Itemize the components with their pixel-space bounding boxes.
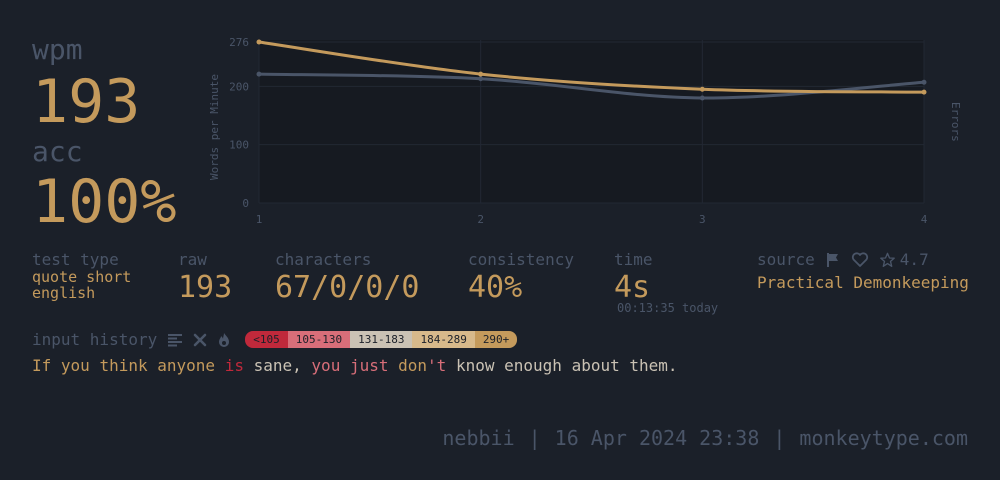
history-word-part: 't — [427, 356, 447, 375]
chart-y2-label: Errors — [949, 102, 962, 142]
x-tick-label: 3 — [699, 213, 706, 226]
acc-value: 100% — [32, 167, 177, 237]
history-word-part: don — [398, 356, 428, 375]
time-sub: 00:13:35 today — [617, 301, 719, 315]
consistency-value: 40% — [468, 270, 523, 305]
test-type-mode[interactable]: quote short — [32, 269, 131, 285]
legend-item: 131-183 — [350, 331, 413, 348]
history-word[interactable]: about — [572, 356, 620, 375]
star-icon — [879, 252, 895, 267]
history-word[interactable]: If — [32, 356, 51, 375]
legend-item: <105 — [245, 331, 288, 348]
data-point[interactable] — [256, 39, 262, 45]
test-type-label: test type — [32, 250, 119, 269]
rating-value: 4.7 — [899, 250, 929, 269]
y-tick-label: 100 — [229, 139, 249, 152]
test-type-value: quote short english — [32, 269, 131, 301]
history-word[interactable]: them. — [629, 356, 677, 375]
characters-label: characters — [275, 250, 372, 269]
wpm-chart: 0 100 200 276 1 2 3 4 Words per Minute Errors — [208, 36, 962, 226]
data-point[interactable] — [478, 76, 484, 82]
close-icon[interactable] — [193, 333, 207, 347]
history-word[interactable]: you — [61, 356, 90, 375]
align-left-icon[interactable] — [167, 333, 183, 347]
time-value: 4s — [614, 270, 651, 305]
footer-date: 16 Apr 2024 23:38 — [554, 426, 760, 450]
chart-x-ticks: 1 2 3 4 — [256, 213, 928, 226]
time-label: time — [614, 250, 653, 269]
x-tick-label: 1 — [256, 213, 263, 226]
data-point[interactable] — [699, 95, 705, 101]
legend-item: 290+ — [474, 331, 518, 348]
chart-y-ticks: 0 100 200 276 — [229, 36, 249, 210]
source-label: source — [757, 250, 815, 269]
input-history-words: If you think anyone is sane, you just do… — [32, 356, 678, 375]
characters-value: 67/0/0/0 — [275, 270, 420, 305]
data-point[interactable] — [699, 86, 705, 92]
history-word[interactable]: is — [225, 356, 244, 375]
raw-label: raw — [178, 250, 207, 269]
flag-icon[interactable] — [825, 252, 841, 268]
fire-icon[interactable] — [217, 332, 231, 348]
data-point[interactable] — [256, 71, 262, 77]
data-point[interactable] — [921, 89, 927, 95]
footer-separator: | — [528, 426, 541, 450]
history-word[interactable]: just — [350, 356, 389, 375]
heart-icon[interactable] — [851, 251, 869, 268]
x-tick-label: 4 — [921, 213, 928, 226]
test-type-language[interactable]: english — [32, 285, 131, 301]
consistency-label: consistency — [468, 250, 574, 269]
y-tick-label: 0 — [242, 197, 249, 210]
input-history-header: input history <105 105-130 131-183 184-289 2… — [32, 330, 518, 349]
wpm-value: 193 — [32, 67, 141, 137]
speed-legend: <105 105-130 131-183 184-289 290+ — [245, 331, 518, 348]
chart-y-label: Words per Minute — [208, 74, 221, 180]
data-point[interactable] — [921, 79, 927, 85]
source-header: source 4.7 — [757, 250, 929, 269]
footer-user: nebbii — [442, 426, 515, 450]
wpm-label: wpm — [32, 33, 83, 66]
input-history-label: input history — [32, 330, 158, 349]
footer-site: monkeytype.com — [799, 426, 968, 450]
history-word[interactable]: anyone — [157, 356, 215, 375]
footer: nebbii | 16 Apr 2024 23:38 | monkeytype.com — [442, 426, 968, 450]
rating[interactable]: 4.7 — [879, 250, 929, 269]
history-word[interactable]: know — [456, 356, 495, 375]
history-word[interactable]: enough — [504, 356, 562, 375]
source-value[interactable]: Practical Demonkeeping — [757, 273, 969, 292]
history-word[interactable]: sane, — [254, 356, 302, 375]
acc-label: acc — [32, 135, 83, 168]
legend-item: 105-130 — [287, 331, 351, 348]
y-tick-label: 276 — [229, 36, 249, 49]
data-point[interactable] — [478, 71, 484, 77]
x-tick-label: 2 — [477, 213, 484, 226]
raw-value: 193 — [178, 270, 233, 305]
history-word[interactable]: you — [311, 356, 340, 375]
legend-item: 184-289 — [412, 331, 475, 348]
chart-plot-area — [259, 40, 924, 203]
footer-separator: | — [773, 426, 786, 450]
history-word[interactable]: think — [99, 356, 147, 375]
y-tick-label: 200 — [229, 80, 249, 93]
history-word[interactable]: don't — [398, 356, 446, 375]
